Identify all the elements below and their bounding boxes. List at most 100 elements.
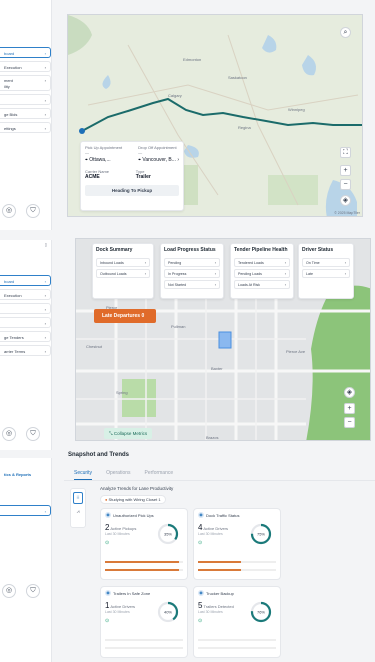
outbound-loads-row[interactable]: Outbound Loads › bbox=[96, 269, 150, 278]
shield-icon[interactable]: ⛉ bbox=[26, 584, 40, 598]
yard-map[interactable]: Pierce Pullman Chestnut Baxter Spring Pi… bbox=[75, 238, 371, 441]
metric-gauge: 76% bbox=[250, 601, 272, 623]
chevron-right-icon: › bbox=[44, 98, 46, 103]
search-icon[interactable]: ⌕ bbox=[340, 27, 351, 38]
pending-loads-row[interactable]: Pending Loads › bbox=[234, 269, 290, 278]
collapse-metrics-button[interactable]: ⤡ Collapse Metrics bbox=[104, 428, 153, 439]
sidebar-item-bids[interactable]: ge Bids › bbox=[0, 108, 51, 119]
map-attribution: © 2025 MapTiler bbox=[334, 211, 360, 215]
filter-chip[interactable]: ● Studying with Wiring Closet 1 bbox=[100, 495, 166, 504]
metric-time: Last 30 Minutes bbox=[198, 610, 223, 614]
map-street-label: Pullman bbox=[171, 324, 186, 329]
sidebar-item-execution[interactable]: Execution › bbox=[0, 289, 51, 300]
heading-to-pickup-button[interactable]: Heading To Pickup bbox=[85, 185, 179, 196]
middle-sidebar: ▯ board › Execution › › › ge Tenders › arri… bbox=[0, 240, 52, 450]
sidebar-item-blank[interactable]: › bbox=[0, 94, 51, 105]
chevron-right-icon: › bbox=[44, 335, 46, 340]
metric-bar-fill bbox=[198, 561, 241, 563]
metric-count: 4 bbox=[198, 523, 203, 532]
inbound-loads-row[interactable]: Inbound Loads › bbox=[96, 258, 150, 267]
sidebar-item-carrier-terms[interactable]: arrier Terms › bbox=[0, 345, 51, 356]
metric-time: Last 30 Minutes bbox=[105, 532, 130, 536]
shield-icon[interactable]: ⛉ bbox=[26, 204, 40, 218]
recenter-icon[interactable]: ◈ bbox=[344, 387, 355, 398]
metric-gauge-label: 76% bbox=[257, 610, 265, 615]
sidebar-item-blank-1[interactable]: › bbox=[0, 303, 51, 314]
late-departures-badge[interactable]: Late Departures 0 bbox=[94, 309, 156, 323]
tendered-loads-row[interactable]: Tendered Loads › bbox=[234, 258, 290, 267]
location-pin-icon: ⌖ bbox=[138, 157, 141, 163]
tab-operations[interactable]: Operations bbox=[106, 470, 130, 480]
metric-icon: ◉ bbox=[198, 512, 204, 518]
metric-card[interactable]: ◉ Trucker Backup 5 Trailers Detected Last 3… bbox=[193, 586, 281, 658]
metric-bar-track bbox=[105, 639, 183, 641]
route-map[interactable]: Edmonton Calgary Winnipeg Regina Saskato… bbox=[67, 14, 363, 217]
metric-card[interactable]: ◉ Trailers In Safe Zone 1 Active Drivers La… bbox=[100, 586, 188, 658]
chart-view-icon[interactable]: ⩘ bbox=[73, 507, 83, 519]
zoom-out-button[interactable]: − bbox=[344, 417, 355, 428]
carrier-value: ACME bbox=[85, 174, 100, 180]
sidebar-item-management[interactable]: ment ility › bbox=[0, 75, 51, 91]
metric-icon: ◉ bbox=[105, 590, 111, 596]
info-icon: ⊙ bbox=[198, 618, 203, 624]
metric-bar-track bbox=[105, 647, 183, 649]
metric-bar-track bbox=[198, 639, 276, 641]
chevron-right-icon: › bbox=[44, 349, 46, 354]
metric-gauge-label: 35% bbox=[164, 532, 172, 537]
metric-gauge-label: 75% bbox=[257, 532, 265, 537]
sidebar-item-execution[interactable]: Execution › bbox=[0, 61, 51, 72]
sidebar-item-dashboard[interactable]: board › bbox=[0, 275, 51, 286]
pending-row[interactable]: Pending › bbox=[164, 258, 220, 267]
chevron-right-icon: › bbox=[44, 279, 46, 284]
compass-icon[interactable]: ◈ bbox=[340, 195, 351, 206]
chevron-right-icon: › bbox=[214, 272, 216, 276]
metric-bar-track bbox=[105, 561, 183, 563]
analyze-label: Analyze Trends for Lane Productivity bbox=[100, 486, 174, 491]
metric-title: Trailers In Safe Zone bbox=[113, 590, 151, 596]
dropoff-label: Drop Off Appointment bbox=[138, 145, 177, 150]
not-started-row[interactable]: Not Started › bbox=[164, 280, 220, 289]
late-row[interactable]: Late › bbox=[302, 269, 350, 278]
route-info-card: Pick Up Appointment — ⌖ Ottawa,... Drop … bbox=[80, 141, 184, 211]
snapshot-title: Snapshot and Trends bbox=[68, 452, 130, 458]
metric-time: Last 30 Minutes bbox=[198, 532, 223, 536]
sidebar-item-tenders[interactable]: ge Tenders › bbox=[0, 331, 51, 342]
on-time-row[interactable]: On Time › bbox=[302, 258, 350, 267]
top-sidebar: board › Execution › ment ility › › ge Bids ›… bbox=[0, 0, 52, 230]
fullscreen-icon[interactable]: ⛶ bbox=[340, 147, 351, 158]
shield-icon[interactable]: ⛉ bbox=[26, 427, 40, 441]
metric-bar-fill bbox=[105, 561, 180, 563]
zoom-in-button[interactable]: + bbox=[340, 165, 351, 176]
bottom-sidebar: tics & Reports › ◎ ⛉ bbox=[0, 458, 52, 662]
info-icon: ⊙ bbox=[105, 618, 110, 624]
metric-count: 5 bbox=[198, 601, 203, 610]
chevron-right-icon: › bbox=[44, 51, 46, 56]
support-icon[interactable]: ◎ bbox=[2, 427, 16, 441]
metric-card[interactable]: ◉ Dock Traffic Status 4 Active Drivers Last… bbox=[193, 508, 281, 580]
expand-icon[interactable]: ▯ bbox=[45, 242, 47, 247]
sidebar-item-blank-2[interactable]: › bbox=[0, 317, 51, 328]
support-icon[interactable]: ◎ bbox=[2, 584, 16, 598]
sidebar-item-settings[interactable]: ettings › bbox=[0, 122, 51, 133]
chevron-right-icon: › bbox=[144, 272, 146, 276]
metric-title: Dock Traffic Status bbox=[206, 512, 240, 518]
metric-card[interactable]: ◉ Unauthorized Pick Ups 2 Active Pickups La… bbox=[100, 508, 188, 580]
loads-at-risk-row[interactable]: Loads At Risk › bbox=[234, 280, 290, 289]
chevron-right-icon: › bbox=[284, 272, 286, 276]
sidebar-item-selected[interactable]: › bbox=[0, 505, 51, 516]
zoom-out-button[interactable]: − bbox=[340, 179, 351, 190]
pickup-label: Pick Up Appointment bbox=[85, 145, 123, 150]
metric-gauge: 75% bbox=[250, 523, 272, 545]
tab-performance[interactable]: Performance bbox=[145, 470, 174, 480]
metric-sub: Active Drivers bbox=[110, 604, 136, 609]
sidebar-item-analytics[interactable]: tics & Reports bbox=[0, 469, 51, 480]
sidebar-item-dashboard[interactable]: board › bbox=[0, 47, 51, 58]
grid-view-icon[interactable]: ⁝⁝ bbox=[73, 492, 83, 504]
zoom-in-button[interactable]: + bbox=[344, 403, 355, 414]
map-label-regina: Regina bbox=[238, 125, 251, 130]
metric-sub: Active Drivers bbox=[203, 526, 229, 531]
in-progress-row[interactable]: In Progress › bbox=[164, 269, 220, 278]
chevron-right-icon: › bbox=[44, 126, 46, 131]
tab-security[interactable]: Security bbox=[74, 470, 93, 480]
support-icon[interactable]: ◎ bbox=[2, 204, 16, 218]
